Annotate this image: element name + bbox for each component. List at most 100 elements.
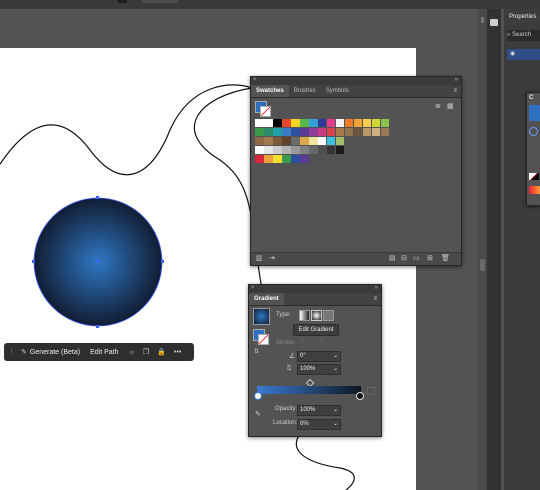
color-swatch[interactable] [380,119,390,127]
generate-button[interactable]: Generate (Beta) [30,349,80,356]
color-swatch[interactable] [255,128,264,136]
gradient-preview[interactable] [253,308,270,325]
color-swatch[interactable] [290,146,300,154]
aspect-ratio-field[interactable]: 100% ⌄ [297,364,341,375]
chevron-down-icon[interactable]: ⌄ [333,420,338,429]
color-swatch[interactable] [299,128,309,136]
lock-icon[interactable]: 🔒 [157,348,166,356]
stroke-indicator[interactable] [529,127,538,136]
swatch-kind-icon[interactable]: ▤ [389,254,396,262]
place-icon[interactable]: ⇥ [269,254,275,262]
color-swatch[interactable] [380,128,390,136]
comments-icon[interactable] [490,19,498,26]
collapse-icon[interactable] [481,17,484,23]
more-icon[interactable]: ••• [174,349,181,356]
color-swatch[interactable] [281,119,291,127]
library-icon[interactable]: ▥ [256,254,263,262]
grid-view-icon[interactable]: ▦ [447,102,454,110]
color-swatch[interactable] [308,119,318,127]
color-swatch[interactable] [255,155,264,163]
stroke-indicator[interactable] [258,334,269,345]
gradient-slider[interactable] [257,386,361,394]
color-swatch[interactable] [362,128,372,136]
color-swatch[interactable] [290,155,300,163]
color-swatch[interactable] [299,146,309,154]
color-stop-start[interactable] [254,392,262,400]
none-swatch[interactable] [529,173,539,180]
color-swatch[interactable] [344,128,354,136]
color-swatch[interactable] [335,137,345,145]
stroke-within-icon[interactable]: ⌜ [301,338,304,346]
close-icon[interactable]: × [251,285,255,291]
resize-handle[interactable] [480,259,485,271]
stroke-across-icon[interactable]: ⌜ [321,338,324,346]
color-swatch[interactable] [326,128,336,136]
color-swatch[interactable] [317,137,327,145]
color-swatch[interactable] [281,137,291,145]
color-swatch[interactable] [281,155,291,163]
chevron-down-icon[interactable]: ⌄ [333,352,338,361]
opacity-field[interactable]: 100% ⌄ [297,405,341,416]
dock-divider[interactable] [478,9,487,490]
color-swatch[interactable] [255,137,264,145]
layer-row-selected[interactable]: ◉ [507,49,540,60]
color-swatch[interactable] [290,119,300,127]
color-swatch[interactable] [255,119,264,127]
color-swatch[interactable] [326,119,336,127]
properties-title[interactable]: Properties [509,14,536,20]
freeform-type-button[interactable] [323,310,334,321]
color-swatch[interactable] [263,137,273,145]
chevron-down-icon[interactable]: ⌄ [333,365,338,374]
color-swatch[interactable] [272,128,282,136]
panel-header[interactable]: × » [249,285,381,293]
color-swatch[interactable] [272,119,282,127]
color-swatch[interactable] [272,137,282,145]
color-swatch[interactable] [308,146,318,154]
chevron-down-icon[interactable]: ⌄ [333,406,338,415]
panel-header[interactable]: × » [251,77,461,85]
location-field[interactable]: 0% ⌄ [297,419,341,430]
linear-type-button[interactable] [299,310,310,321]
sun-icon[interactable]: ☼ [129,349,135,356]
drag-handle-icon[interactable]: ⋮ [8,348,15,356]
tab-symbols[interactable]: Symbols [321,85,354,97]
color-swatch[interactable] [371,119,381,127]
stroke-along-icon[interactable]: ⌜ [311,338,314,346]
tab-brushes[interactable]: Brushes [289,85,321,97]
color-swatch[interactable] [281,128,291,136]
collapse-icon[interactable]: » [375,285,378,291]
edit-gradient-button[interactable]: Edit Gradient [293,324,339,336]
color-swatch[interactable] [290,128,300,136]
copy-icon[interactable]: ❐ [143,348,149,356]
radial-type-button[interactable] [311,310,322,321]
color-swatch[interactable] [263,155,273,163]
visibility-icon[interactable]: ◉ [510,50,515,57]
color-swatch[interactable] [308,128,318,136]
delete-icon[interactable]: 🗑 [441,254,450,262]
color-swatch[interactable] [263,128,273,136]
color-swatch[interactable] [344,119,354,127]
color-swatch[interactable] [308,137,318,145]
tab-gradient[interactable]: Gradient [249,293,284,305]
color-swatch[interactable] [335,119,345,127]
color-swatch[interactable] [299,155,309,163]
color-swatch[interactable] [326,146,336,154]
color-swatch[interactable] [290,137,300,145]
color-swatch[interactable] [299,119,309,127]
color-swatch[interactable] [272,155,282,163]
color-swatch[interactable] [353,128,363,136]
color-swatch[interactable] [362,119,372,127]
gradient-chip[interactable] [529,186,540,194]
close-icon[interactable]: × [253,77,257,83]
angle-field[interactable]: 0° ⌄ [297,351,341,362]
color-swatch[interactable] [272,146,282,154]
color-swatch[interactable] [281,146,291,154]
color-swatch[interactable] [317,119,327,127]
color-swatch[interactable] [353,119,363,127]
eyedropper-icon[interactable]: ✎ [255,410,261,418]
color-swatch[interactable] [263,146,273,154]
panel-menu-icon[interactable]: ≡ [373,296,377,302]
color-swatch[interactable] [317,146,327,154]
stroke-indicator[interactable] [260,106,271,117]
color-swatch[interactable] [335,128,345,136]
